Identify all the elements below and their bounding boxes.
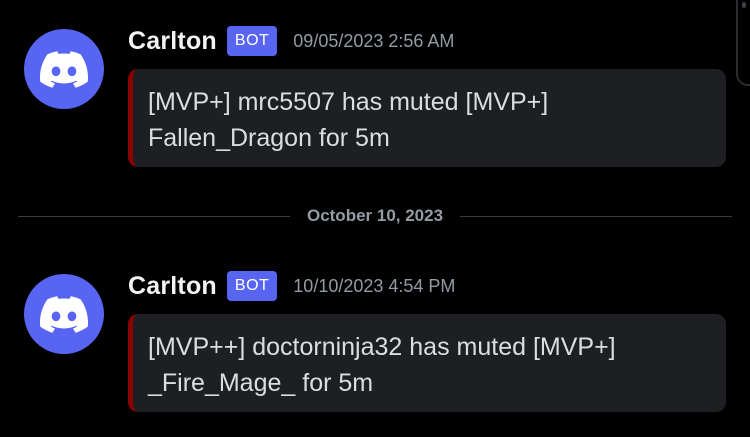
message-header: Carlton BOT 09/05/2023 2:56 AM [128,24,454,58]
date-divider: October 10, 2023 [18,200,733,232]
avatar[interactable] [24,29,104,109]
divider-line [18,215,290,217]
embed-description: [MVP+] mrc5507 has muted [MVP+] Fallen_D… [148,84,712,156]
chat-log: Carlton BOT 09/05/2023 2:56 AM [MVP+] mr… [0,0,750,437]
discord-logo-icon [40,50,88,88]
message-embed: [MVP+] mrc5507 has muted [MVP+] Fallen_D… [128,69,726,167]
avatar[interactable] [24,274,104,354]
embed-line: Fallen_Dragon for 5m [148,124,390,152]
timestamp[interactable]: 10/10/2023 4:54 PM [293,276,455,297]
date-divider-label: October 10, 2023 [306,206,444,225]
side-panel-edge [736,0,750,86]
username[interactable]: Carlton [128,27,217,56]
message-header: Carlton BOT 10/10/2023 4:54 PM [128,269,455,303]
bot-badge: BOT [226,271,278,301]
discord-logo-icon [40,295,88,333]
embed-line: [MVP++] doctorninja32 has muted [MVP+] [148,333,616,361]
bot-badge: BOT [226,26,278,56]
divider-line [460,215,733,217]
message-embed: [MVP++] doctorninja32 has muted [MVP+] _… [128,314,726,412]
timestamp[interactable]: 09/05/2023 2:56 AM [293,31,454,52]
embed-line: [MVP+] mrc5507 has muted [MVP+] [148,88,549,116]
embed-description: [MVP++] doctorninja32 has muted [MVP+] _… [148,329,712,401]
username[interactable]: Carlton [128,272,217,301]
embed-line: _Fire_Mage_ for 5m [148,369,374,397]
